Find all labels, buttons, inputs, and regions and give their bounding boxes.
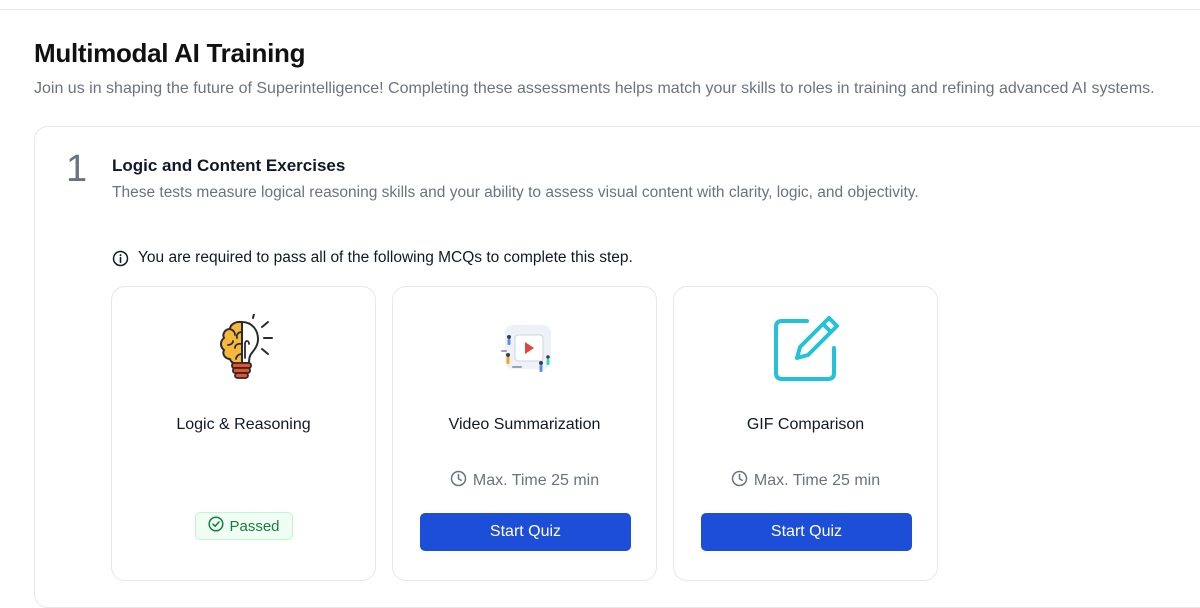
quiz-name: GIF Comparison (746, 416, 865, 433)
brain-lightbulb-icon (208, 313, 280, 385)
info-icon (112, 250, 129, 267)
requirement-notice: You are required to pass all of the foll… (112, 249, 633, 267)
quiz-card-gif-comparison: GIF Comparison Max. Time 25 min Start Qu… (673, 286, 938, 581)
max-time: Max. Time 25 min (393, 470, 656, 492)
max-time: Max. Time 25 min (674, 470, 937, 492)
step-description: These tests measure logical reasoning sk… (112, 184, 919, 201)
max-time-label: Max. Time 25 min (753, 472, 881, 489)
quiz-card-video-summarization: Video Summarization Max. Time 25 min Sta… (392, 286, 657, 581)
page-subtitle: Join us in shaping the future of Superin… (34, 80, 1155, 97)
page-title: Multimodal AI Training (34, 38, 306, 68)
quiz-name: Video Summarization (448, 416, 601, 433)
clock-icon (450, 470, 467, 492)
top-divider (0, 9, 1200, 10)
step-title: Logic and Content Exercises (112, 156, 346, 175)
start-quiz-button[interactable]: Start Quiz (701, 513, 912, 551)
quiz-name: Logic & Reasoning (176, 416, 311, 433)
start-quiz-button[interactable]: Start Quiz (420, 513, 631, 551)
video-presentation-icon (489, 313, 561, 385)
clock-icon (731, 470, 748, 492)
notice-text: You are required to pass all of the foll… (138, 249, 633, 266)
passed-badge: Passed (194, 512, 293, 540)
step-number: 1 (66, 148, 88, 190)
check-circle-icon (207, 516, 224, 536)
max-time-label: Max. Time 25 min (472, 472, 600, 489)
edit-pencil-icon (770, 313, 842, 385)
passed-label: Passed (229, 517, 280, 535)
quiz-card-logic-reasoning: Logic & Reasoning Passed (111, 286, 376, 581)
